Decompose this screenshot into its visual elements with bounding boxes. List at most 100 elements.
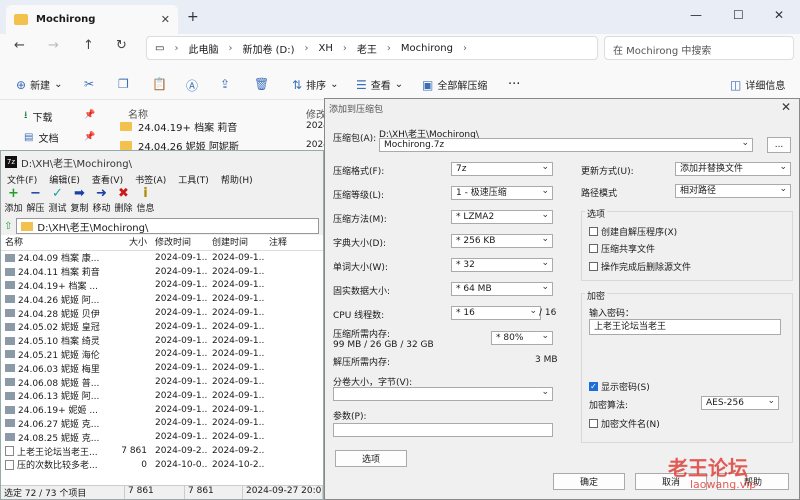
path-mode-combo[interactable]: 相对路径: [675, 184, 791, 198]
toolbar-button-4[interactable]: ➜ 移动: [92, 187, 111, 217]
table-row[interactable]: 24.04.09 档案 康... 2024-09-1... 2024-09-1...: [1, 251, 323, 265]
breadcrumb-item[interactable]: 老王: [357, 41, 377, 56]
word-size-combo[interactable]: * 32: [451, 258, 553, 272]
table-row[interactable]: 24.04.11 档案 莉音 2024-09-1... 2024-09-1...: [1, 265, 323, 279]
update-mode-combo[interactable]: 添加并替换文件: [675, 162, 791, 176]
table-row[interactable]: 24.06.13 妮姬 阿... 2024-09-1... 2024-09-1...: [1, 389, 323, 403]
format-combo[interactable]: 7z: [451, 162, 553, 176]
table-row[interactable]: 24.08.25 妮姬 克... 2024-09-1... 2024-09-1...: [1, 430, 323, 444]
table-row[interactable]: 24.06.27 妮姬 克... 2024-09-1... 2024-09-1...: [1, 417, 323, 431]
solid-size-combo[interactable]: * 64 MB: [451, 282, 553, 296]
text-file-icon: [5, 459, 14, 470]
toolbar-button-0[interactable]: + 添加: [4, 187, 23, 217]
browse-button[interactable]: ...: [767, 137, 791, 153]
explorer-tab[interactable]: Mochirong ✕: [6, 5, 178, 34]
menu-tools[interactable]: 工具(T): [178, 173, 209, 187]
table-row[interactable]: 24.04.28 妮姬 贝伊 2024-09-1... 2024-09-1...: [1, 306, 323, 320]
split-volume-combo[interactable]: [333, 387, 553, 401]
new-button[interactable]: ⊕ 新建 ⌄: [16, 77, 62, 93]
password-input[interactable]: 上老王论坛当老王: [589, 319, 781, 335]
up-folder-icon[interactable]: ⇧: [4, 221, 12, 232]
table-row[interactable]: 24.04.19+ 档案 ... 2024-09-1... 2024-09-1...: [1, 279, 323, 293]
back-icon[interactable]: ←: [14, 38, 25, 53]
encrypt-filenames-checkbox[interactable]: 加密文件名(N): [589, 417, 660, 430]
search-input[interactable]: 在 Mochirong 中搜索: [604, 36, 794, 60]
table-row[interactable]: 24.05.02 妮姬 皇冠 2024-09-1... 2024-09-1...: [1, 320, 323, 334]
toolbar-button-6[interactable]: i 信息: [136, 187, 155, 217]
toolbar-label: 测试: [48, 204, 67, 214]
toolbar-button-3[interactable]: ➡ 复制: [70, 187, 89, 217]
toolbar-button-5[interactable]: ✖ 删除: [114, 187, 133, 217]
close-window-icon[interactable]: ✕: [774, 8, 784, 22]
table-row[interactable]: 24.06.08 妮姬 普... 2024-09-1... 2024-09-1...: [1, 375, 323, 389]
archive-name-combo[interactable]: Mochirong.7z: [379, 138, 753, 152]
table-row[interactable]: 24.05.21 妮姬 海伦 2024-09-1... 2024-09-1...: [1, 348, 323, 362]
dictionary-combo[interactable]: * 256 KB: [451, 234, 553, 248]
breadcrumb-item[interactable]: Mochirong: [401, 43, 453, 54]
paste-icon[interactable]: 📋: [152, 77, 167, 91]
table-row[interactable]: 24.06.03 妮姬 梅里 2024-09-1... 2024-09-1...: [1, 361, 323, 375]
delete-after-checkbox[interactable]: 操作完成后删除源文件: [589, 260, 691, 273]
menu-view[interactable]: 查看(V): [92, 173, 123, 187]
options-button[interactable]: 选项: [335, 450, 407, 467]
menu-edit[interactable]: 编辑(E): [49, 173, 80, 187]
method-combo[interactable]: * LZMA2: [451, 210, 553, 224]
compress-shared-checkbox[interactable]: 压缩共享文件: [589, 242, 655, 255]
path-input[interactable]: D:\XH\老王\Mochirong\: [16, 218, 319, 234]
column-size-header[interactable]: 大小: [105, 235, 151, 250]
column-modified-header[interactable]: 修改时间: [151, 235, 208, 250]
show-password-checkbox[interactable]: ✓ 显示密码(S): [589, 380, 650, 393]
view-icon: ☰: [356, 77, 367, 92]
cut-icon[interactable]: ✂: [84, 77, 94, 91]
encryption-method-combo[interactable]: AES-256: [701, 396, 779, 410]
new-tab-icon[interactable]: +: [187, 9, 199, 25]
minimize-icon[interactable]: —: [690, 8, 702, 22]
modified-cell: 2024-09-1...: [155, 418, 208, 429]
menu-help[interactable]: 帮助(H): [221, 173, 253, 187]
column-comment-header[interactable]: 注释: [265, 235, 323, 250]
breadcrumb-item[interactable]: 新加卷 (D:): [242, 41, 294, 56]
column-name-header[interactable]: 名称: [1, 235, 105, 250]
sort-button[interactable]: ⇅ 排序 ⌄: [292, 77, 338, 93]
parameters-input[interactable]: [333, 423, 553, 437]
table-row[interactable]: 上老王论坛当老王... 7 861 2024-09-2... 2024-09-2...: [1, 444, 323, 458]
list-item[interactable]: 24.04.19+ 档案 莉音: [120, 119, 237, 134]
ok-button[interactable]: 确定: [553, 473, 625, 490]
view-button[interactable]: ☰ 查看 ⌄: [356, 77, 403, 93]
created-cell: 2024-09-1...: [212, 294, 265, 305]
share-icon[interactable]: ⇪: [220, 77, 230, 91]
rename-icon[interactable]: Ⓐ: [186, 77, 198, 94]
refresh-icon[interactable]: ↻: [116, 38, 127, 53]
create-sfx-checkbox[interactable]: 创建自解压程序(X): [589, 225, 677, 238]
close-dialog-icon[interactable]: ✕: [781, 100, 791, 114]
more-icon[interactable]: ···: [508, 77, 520, 92]
breadcrumb-item[interactable]: XH: [319, 43, 333, 54]
level-combo[interactable]: 1 - 极速压缩: [451, 186, 553, 200]
maximize-icon[interactable]: ☐: [733, 8, 744, 22]
pin-icon[interactable]: 📌: [84, 110, 95, 120]
table-row[interactable]: 24.05.10 档案 绮灵 2024-09-1... 2024-09-1...: [1, 334, 323, 348]
delete-icon[interactable]: 🗑: [254, 77, 269, 91]
breadcrumb[interactable]: ▭ › 此电脑 › 新加卷 (D:) › XH › 老王 › Mochirong…: [146, 36, 598, 60]
table-row[interactable]: 24.06.19+ 妮姬 ... 2024-09-1... 2024-09-1...: [1, 403, 323, 417]
toolbar-button-2[interactable]: ✓ 测试: [48, 187, 67, 217]
table-row[interactable]: 压的次数比较多老... 0 2024-10-0... 2024-10-2...: [1, 458, 323, 472]
nav-item-documents[interactable]: ▤ 文档: [24, 130, 58, 145]
table-row[interactable]: 24.04.26 妮姬 阿... 2024-09-1... 2024-09-1...: [1, 292, 323, 306]
menu-file[interactable]: 文件(F): [7, 173, 37, 187]
menu-bookmarks[interactable]: 书签(A): [135, 173, 166, 187]
copy-icon[interactable]: ❐: [118, 77, 129, 91]
forward-icon[interactable]: →: [48, 38, 59, 53]
breadcrumb-item[interactable]: 此电脑: [188, 41, 218, 56]
close-tab-icon[interactable]: ✕: [161, 13, 170, 26]
memory-percent-combo[interactable]: * 80%: [491, 331, 553, 345]
column-modified-header[interactable]: 修改: [306, 106, 326, 121]
extract-all-button[interactable]: ▣ 全部解压缩: [422, 77, 487, 93]
up-icon[interactable]: ↑: [83, 38, 94, 53]
pin-icon[interactable]: 📌: [84, 132, 95, 142]
details-button[interactable]: ◫ 详细信息: [730, 77, 785, 93]
nav-item-downloads[interactable]: ⭳ 下载: [24, 108, 53, 125]
column-created-header[interactable]: 创建时间: [208, 235, 265, 250]
toolbar-button-1[interactable]: − 解压: [26, 187, 45, 217]
cpu-threads-combo[interactable]: * 16: [451, 306, 541, 320]
